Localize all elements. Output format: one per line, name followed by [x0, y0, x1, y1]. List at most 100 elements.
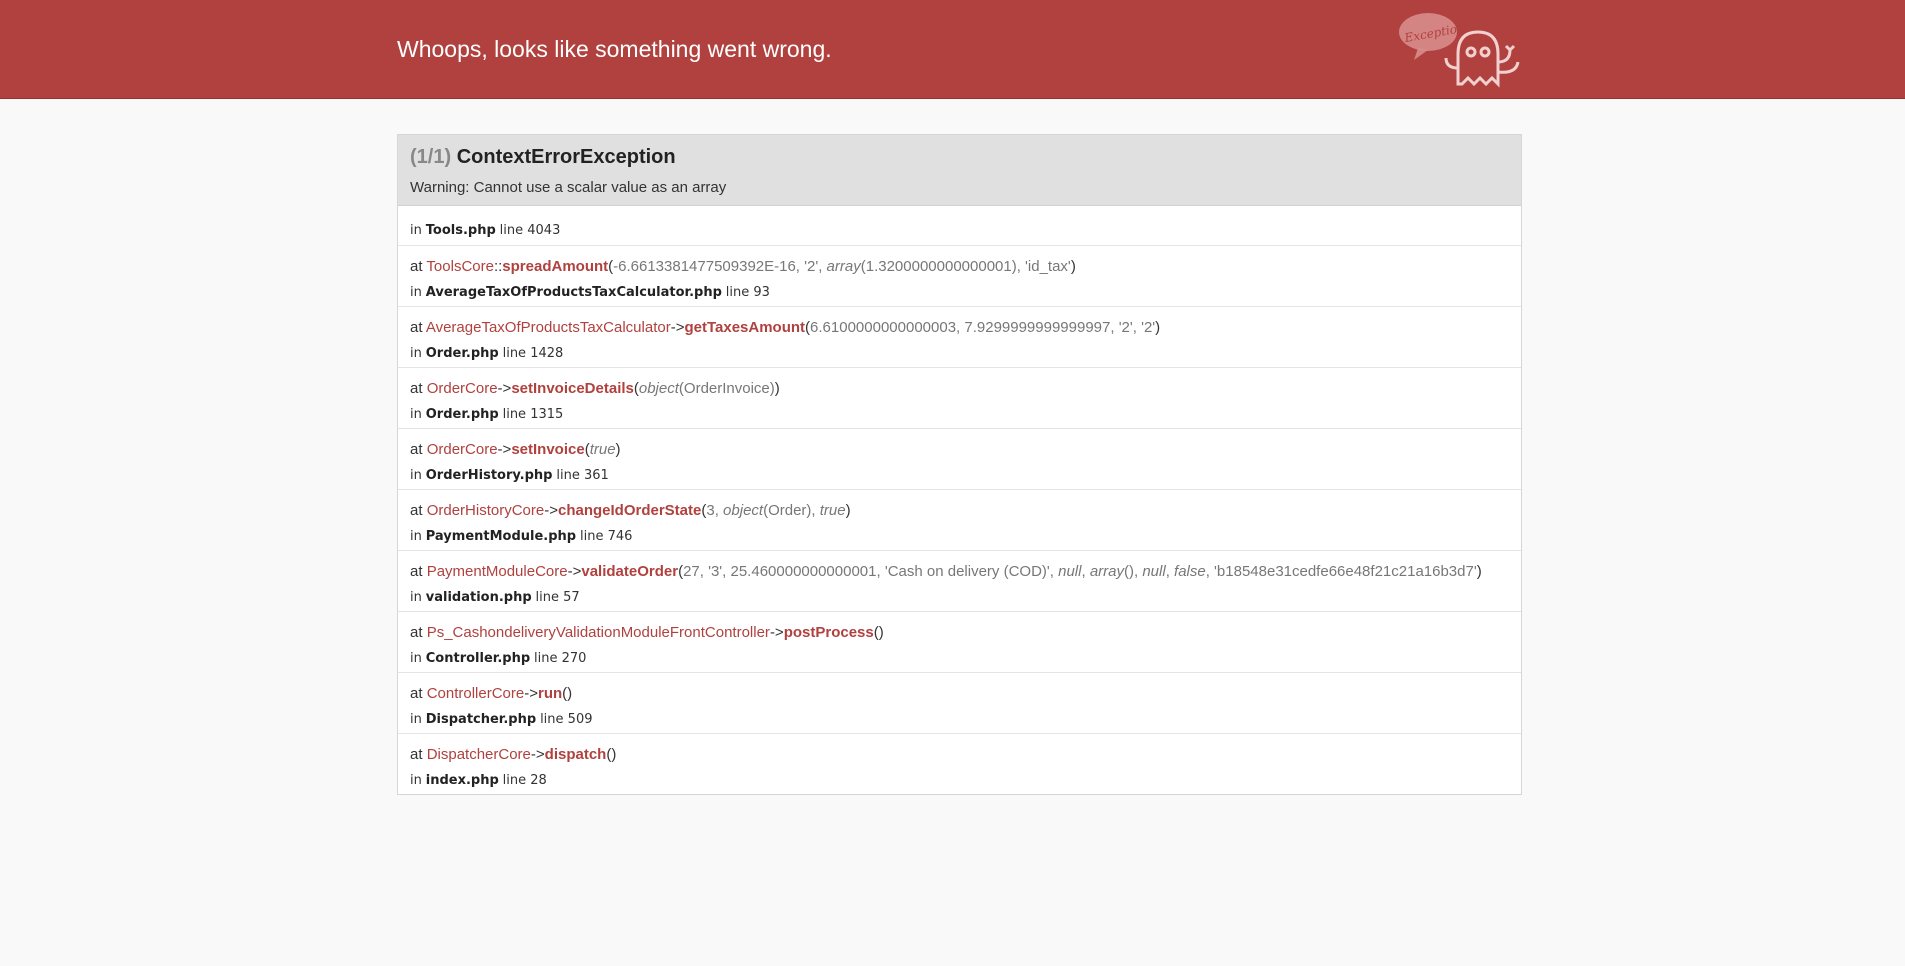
trace-file: Tools.php: [425, 223, 496, 238]
trace-origin: in Tools.php line 4043: [398, 206, 1521, 245]
in-label: in: [410, 468, 422, 483]
trace-file: validation.php: [425, 590, 532, 605]
line-label: line: [556, 468, 580, 483]
trace-row: at ControllerCore->run() in Dispatcher.ph…: [398, 672, 1521, 733]
trace-call: at ControllerCore->run(): [410, 685, 573, 702]
call-separator: ->: [524, 685, 538, 702]
call-separator: ->: [769, 624, 784, 641]
line-label: line: [502, 407, 527, 422]
trace-method: changeIdOrderState: [557, 502, 702, 519]
exception-title: (1/1) ContextErrorException: [410, 146, 1509, 169]
trace-class: OrderHistoryCore: [426, 502, 545, 519]
trace-line-number: 746: [607, 529, 633, 544]
trace-line-number: 1428: [530, 346, 564, 361]
trace-class: Ps_CashondeliveryValidationModuleFrontCo…: [426, 624, 770, 641]
trace-method: setInvoiceDetails: [511, 380, 634, 397]
trace-args: 6.6100000000000003, 7.9299999999999997, …: [810, 319, 1156, 336]
trace-call: at Ps_CashondeliveryValidationModuleFron…: [410, 624, 884, 641]
error-header: Whoops, looks like something went wrong.…: [0, 0, 1905, 99]
trace-class: OrderCore: [426, 441, 498, 458]
trace-row: at OrderHistoryCore->changeIdOrderState(…: [398, 489, 1521, 550]
exception-class: ContextErrorException: [456, 146, 676, 168]
at-label: at: [410, 624, 423, 641]
line-label: line: [502, 346, 527, 361]
trace-args: 3, object(Order), true: [706, 502, 846, 519]
trace-args: -6.6613381477509392E-16, '2', array(1.32…: [613, 258, 1071, 275]
trace-method: validateOrder: [581, 563, 679, 580]
in-label: in: [410, 285, 422, 300]
trace-location: in Order.php line 1428: [410, 341, 1509, 363]
at-label: at: [410, 319, 423, 336]
trace-method: run: [538, 685, 563, 702]
trace-line-number: 1315: [530, 407, 564, 422]
at-label: at: [410, 685, 423, 702]
trace-file: Order.php: [425, 346, 499, 361]
trace-line-number: 4043: [527, 223, 561, 238]
line-label: line: [540, 712, 564, 727]
trace-location: in Dispatcher.php line 509: [410, 707, 1509, 729]
trace-file: AverageTaxOfProductsTaxCalculator.php: [425, 285, 722, 300]
trace-method: setInvoice: [511, 441, 585, 458]
trace-call: at OrderCore->setInvoice(true): [410, 441, 621, 458]
line-label: line: [725, 285, 750, 300]
trace-args: 27, '3', 25.460000000000001, 'Cash on de…: [683, 563, 1477, 580]
trace-method: dispatch: [544, 746, 607, 763]
at-label: at: [410, 441, 423, 458]
line-label: line: [534, 651, 558, 666]
in-label: in: [410, 407, 422, 422]
trace-row: at OrderCore->setInvoice(true) in OrderHi…: [398, 428, 1521, 489]
trace-location: in OrderHistory.php line 361: [410, 463, 1509, 485]
exception-ghost-logo-icon: Exception!: [1399, 13, 1520, 88]
trace-line-number: 93: [753, 285, 770, 300]
in-label: in: [410, 529, 422, 544]
trace-line-number: 28: [530, 773, 547, 788]
trace-line-number: 57: [563, 590, 580, 605]
trace-line-number: 270: [561, 651, 587, 666]
at-label: at: [410, 380, 423, 397]
trace-row: at AverageTaxOfProductsTaxCalculator->ge…: [398, 306, 1521, 367]
at-label: at: [410, 258, 423, 275]
trace-file: PaymentModule.php: [425, 529, 577, 544]
in-label: in: [410, 773, 422, 788]
trace-file: Dispatcher.php: [425, 712, 537, 727]
trace-class: PaymentModuleCore: [426, 563, 568, 580]
trace-file: Order.php: [425, 407, 499, 422]
trace-location: in Tools.php line 4043: [410, 218, 1509, 240]
trace-class: OrderCore: [426, 380, 498, 397]
trace-row: at PaymentModuleCore->validateOrder(27, …: [398, 550, 1521, 611]
trace-method: spreadAmount: [502, 258, 609, 275]
trace-location: in PaymentModule.php line 746: [410, 524, 1509, 546]
trace-call: at OrderCore->setInvoiceDetails(object(O…: [410, 380, 780, 397]
trace-call: at AverageTaxOfProductsTaxCalculator->ge…: [410, 319, 1161, 336]
trace-class: ControllerCore: [426, 685, 525, 702]
at-label: at: [410, 746, 423, 763]
in-label: in: [410, 712, 422, 727]
call-separator: ->: [530, 746, 545, 763]
trace-location: in Controller.php line 270: [410, 646, 1509, 668]
trace-file: Controller.php: [425, 651, 531, 666]
in-label: in: [410, 223, 422, 238]
trace-class: ToolsCore: [426, 258, 494, 275]
trace-method: getTaxesAmount: [684, 319, 806, 336]
at-label: at: [410, 563, 423, 580]
stack-trace-list: at ToolsCore::spreadAmount(-6.6613381477…: [398, 245, 1521, 794]
trace-file: OrderHistory.php: [425, 468, 553, 483]
in-label: in: [410, 651, 422, 666]
exception-message: Warning: Cannot use a scalar value as an…: [410, 179, 727, 196]
exception-count: (1/1): [410, 146, 452, 168]
line-label: line: [499, 223, 524, 238]
call-separator: ->: [497, 380, 512, 397]
trace-method: postProcess: [783, 624, 874, 641]
trace-row: at ToolsCore::spreadAmount(-6.6613381477…: [398, 245, 1521, 306]
in-label: in: [410, 590, 422, 605]
exception-panel: (1/1) ContextErrorException Warning: Can…: [397, 134, 1522, 795]
exception-summary: (1/1) ContextErrorException Warning: Can…: [398, 135, 1521, 206]
trace-row: at DispatcherCore->dispatch() in index.ph…: [398, 733, 1521, 794]
in-label: in: [410, 346, 422, 361]
trace-line-number: 361: [583, 468, 609, 483]
trace-location: in Order.php line 1315: [410, 402, 1509, 424]
call-separator: ->: [670, 319, 685, 336]
page-title: Whoops, looks like something went wrong.: [397, 36, 832, 62]
trace-location: in index.php line 28: [410, 768, 1509, 790]
call-separator: ->: [567, 563, 582, 580]
